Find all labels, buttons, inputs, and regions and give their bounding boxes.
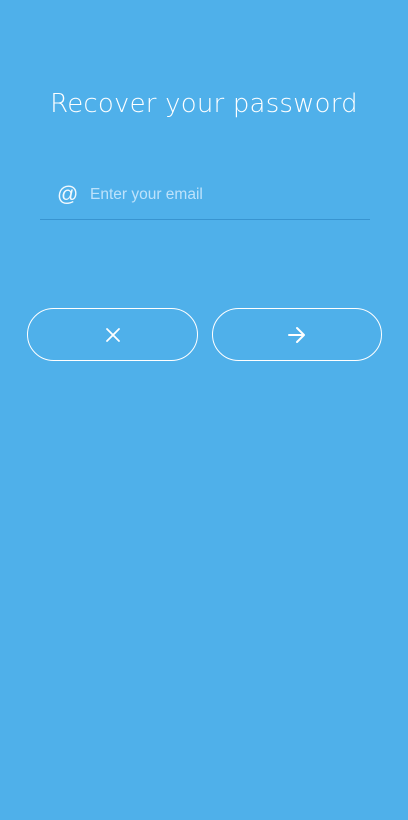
submit-button[interactable] — [212, 308, 382, 361]
close-icon — [105, 327, 120, 342]
cancel-button[interactable] — [27, 308, 198, 361]
email-field-row: @ — [40, 178, 370, 220]
email-input[interactable] — [90, 183, 360, 207]
arrow-right-icon — [288, 326, 305, 343]
page-title: Recover your password — [50, 89, 358, 119]
at-icon: @ — [57, 183, 79, 206]
recover-password-screen: Recover your password @ — [0, 0, 408, 820]
